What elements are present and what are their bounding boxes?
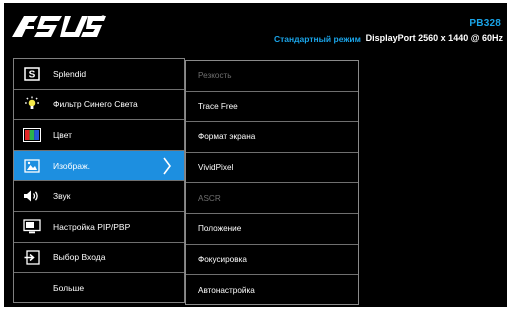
current-mode: Стандартный режим [274, 34, 361, 44]
menu-item-color[interactable]: Цвет [14, 120, 184, 151]
color-bars-icon [23, 127, 41, 142]
submenu-item-auto-adjust[interactable]: Автонастройка [186, 275, 358, 306]
submenu-item-sharpness: Резкость [186, 61, 358, 92]
submenu-item-trace-free[interactable]: Trace Free [186, 92, 358, 123]
submenu-item-focus[interactable]: Фокусировка [186, 245, 358, 276]
model-name: PB328 [469, 18, 501, 29]
svg-text:S: S [29, 69, 36, 80]
menu-item-input-select[interactable]: Выбор Входа [14, 243, 184, 274]
menu-item-image[interactable]: Изображ. [14, 150, 184, 182]
input-signal-info: DisplayPort 2560 x 1440 @ 60Hz [365, 33, 503, 43]
menu-item-label: Больше [53, 283, 85, 294]
menu-item-more[interactable]: Больше [14, 273, 184, 304]
asus-logo [10, 13, 106, 44]
pip-icon [23, 219, 41, 234]
menu-item-label: Фильтр Синего Света [53, 99, 138, 110]
menu-item-blue-light-filter[interactable]: Фильтр Синего Света [14, 90, 184, 121]
sun-bulb-icon [23, 96, 41, 111]
submenu-item-position[interactable]: Положение [186, 214, 358, 245]
main-menu: S Splendid Фильтр Синего Света Цвет Изоб… [13, 58, 185, 303]
menu-item-sound[interactable]: Звук [14, 181, 184, 212]
submenu-item-aspect-control[interactable]: Формат экрана [186, 122, 358, 153]
splendid-s-icon: S [23, 67, 41, 81]
menu-item-label: Выбор Входа [53, 252, 106, 263]
submenu-item-ascr: ASCR [186, 183, 358, 214]
menu-item-label: Звук [53, 191, 71, 202]
input-select-icon [23, 250, 41, 265]
image-submenu: Резкость Trace Free Формат экрана VividP… [185, 60, 359, 305]
menu-item-label: Splendid [53, 68, 87, 79]
menu-item-label: Изображ. [53, 160, 91, 171]
chevron-right-icon [162, 157, 172, 177]
speaker-icon [23, 189, 41, 203]
submenu-item-vividpixel[interactable]: VividPixel [186, 153, 358, 184]
menu-item-label: Настройка PIP/PBP [53, 221, 131, 232]
menu-item-pip-pbp[interactable]: Настройка PIP/PBP [14, 212, 184, 243]
menu-item-label: Цвет [53, 129, 73, 140]
image-icon [23, 158, 41, 173]
osd-panel: PB328 Стандартный режим DisplayPort 2560… [4, 3, 507, 307]
menu-item-splendid[interactable]: S Splendid [14, 59, 184, 90]
